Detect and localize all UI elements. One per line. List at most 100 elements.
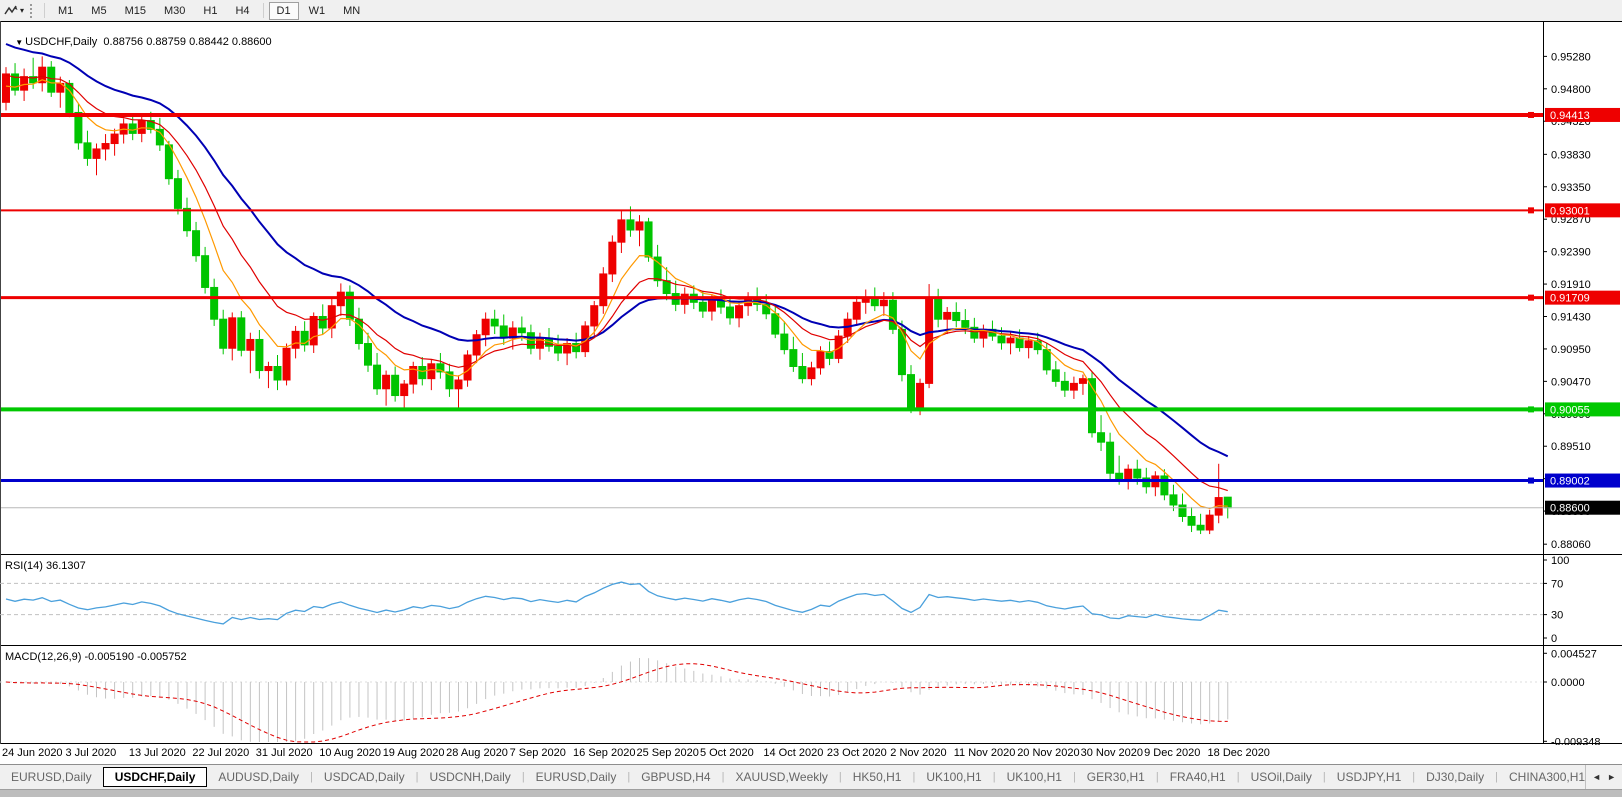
svg-text:0.93350: 0.93350 — [1551, 182, 1591, 194]
svg-text:0.88600: 0.88600 — [1550, 503, 1590, 515]
price-tag-0.90055: 0.90055 — [1545, 402, 1620, 417]
svg-text:0.94413: 0.94413 — [1550, 110, 1590, 122]
symbol-tab-usdchf-daily[interactable]: USDCHF,Daily — [102, 767, 208, 787]
symbol-tab-eurusd-daily[interactable]: EURUSD,Daily — [0, 768, 103, 786]
svg-text:0.90470: 0.90470 — [1551, 376, 1591, 388]
timeframe-button-mn[interactable]: MN — [335, 2, 368, 20]
ohlc-high: 0.88759 — [146, 36, 186, 48]
date-label: 24 Jun 2020 — [2, 747, 63, 759]
chart-cursor-icon[interactable] — [4, 4, 19, 18]
timeframe-button-w1[interactable]: W1 — [301, 2, 334, 20]
ma-medium-line — [5, 74, 1228, 492]
price-tag-0.93001: 0.93001 — [1545, 203, 1620, 218]
date-axis: 24 Jun 2020 3 Jul 2020 13 Jul 2020 22 Jul 2… — [0, 745, 1622, 764]
timeframe-button-m5[interactable]: M5 — [83, 2, 114, 20]
tool-dropdown-caret-icon[interactable]: ▾ — [20, 6, 24, 15]
macd-title: MACD(12,26,9) -0.005190 -0.005752 — [5, 651, 187, 663]
svg-text:0.95280: 0.95280 — [1551, 51, 1591, 63]
date-label: 16 Sep 2020 — [573, 747, 636, 759]
rsi-tick: 30 — [1551, 610, 1563, 622]
macd-signal-line — [5, 663, 1228, 743]
tab-scroll-right-icon[interactable]: ► — [1607, 772, 1616, 782]
hline-0.94413[interactable] — [0, 111, 1543, 118]
date-label: 7 Sep 2020 — [509, 747, 566, 759]
date-label: 14 Oct 2020 — [763, 747, 824, 759]
timeframe-button-m15[interactable]: M15 — [117, 2, 154, 20]
toolbar-separator — [44, 3, 46, 18]
svg-text:0.89510: 0.89510 — [1551, 441, 1591, 453]
date-label: 9 Dec 2020 — [1144, 747, 1201, 759]
symbol-tab-bar: EURUSD,Daily USDCHF,Daily AUDUSD,Daily | USD… — [0, 764, 1622, 789]
date-label: 3 Jul 2020 — [65, 747, 117, 759]
date-label: 2 Nov 2020 — [890, 747, 947, 759]
rsi-tick: 0 — [1551, 633, 1557, 645]
chart-canvas[interactable]: 0.952800.948000.943200.938300.933500.928… — [0, 21, 1622, 745]
toolbar-separator — [262, 3, 264, 18]
date-label: 13 Jul 2020 — [128, 747, 186, 759]
symbol-tab-china300-h1[interactable]: CHINA300,H1 — [1498, 768, 1596, 786]
symbol-tab-audusd-daily[interactable]: AUDUSD,Daily — [207, 768, 310, 786]
date-label: 10 Aug 2020 — [319, 747, 382, 759]
timeframe-button-h4[interactable]: H4 — [227, 2, 257, 20]
hline-0.90055[interactable] — [0, 406, 1543, 413]
symbol-tab-uk100-h1[interactable]: UK100,H1 — [915, 768, 992, 786]
symbol-tab-gbpusd-h4[interactable]: GBPUSD,H4 — [630, 768, 721, 786]
price-tag-0.91709: 0.91709 — [1545, 290, 1620, 305]
date-label: 23 Oct 2020 — [826, 747, 887, 759]
symbol-tab-usdcnh-daily[interactable]: USDCNH,Daily — [418, 768, 521, 786]
svg-text:0.90950: 0.90950 — [1551, 344, 1591, 356]
rsi-tick: 100 — [1551, 555, 1569, 567]
date-label: 20 Nov 2020 — [1017, 747, 1080, 759]
date-label: 25 Sep 2020 — [636, 747, 699, 759]
timeframe-button-h1[interactable]: H1 — [195, 2, 225, 20]
svg-text:0.91709: 0.91709 — [1550, 293, 1590, 305]
ma-fast-line — [5, 79, 1228, 510]
chart-menu-dropdown-icon[interactable]: ▼ — [15, 38, 23, 47]
symbol-tab-hk50-h1[interactable]: HK50,H1 — [842, 768, 913, 786]
date-label: 22 Jul 2020 — [192, 747, 250, 759]
date-label: 30 Nov 2020 — [1080, 747, 1144, 759]
price-axis[interactable]: 0.952800.948000.943200.938300.933500.928… — [1543, 51, 1601, 745]
symbol-tab-xauusd-weekly[interactable]: XAUUSD,Weekly — [724, 768, 838, 786]
rsi-title: RSI(14) 36.1307 — [5, 560, 86, 572]
symbol-tab-fra40-h1[interactable]: FRA40,H1 — [1159, 768, 1237, 786]
hline-0.89002[interactable] — [0, 477, 1543, 484]
timeframe-button-m1[interactable]: M1 — [50, 2, 81, 20]
ohlc-open: 0.88756 — [103, 36, 144, 48]
timeframe-button-m30[interactable]: M30 — [156, 2, 193, 20]
rsi-tick: 70 — [1551, 578, 1563, 590]
macd-tick: -0.009348 — [1551, 736, 1601, 745]
toolbar-grip[interactable] — [30, 3, 34, 18]
symbol-tab-eurusd-daily[interactable]: EURUSD,Daily — [525, 768, 628, 786]
chart-symbol-period: USDCHF,Daily — [25, 36, 98, 48]
timeframe-button-d1[interactable]: D1 — [268, 1, 299, 20]
symbol-tab-usdcad-daily[interactable]: USDCAD,Daily — [313, 768, 416, 786]
tab-scroll-buttons: ◄ ► — [1585, 765, 1622, 789]
hline-0.91709[interactable] — [0, 294, 1543, 301]
symbol-tab-uk100-h1[interactable]: UK100,H1 — [996, 768, 1073, 786]
macd-tick: 0.0000 — [1551, 677, 1585, 689]
svg-text:0.93830: 0.93830 — [1551, 149, 1591, 161]
macd-tick: 0.004527 — [1551, 648, 1597, 660]
symbol-tab-usoil-daily[interactable]: USOil,Daily — [1240, 768, 1323, 786]
chart-window: 0.95280 0.94800 0.94320 0.93830 0.93350 0.928… — [0, 21, 1622, 745]
date-label: 5 Oct 2020 — [699, 747, 754, 759]
current-price-tag: 0.88600 — [1545, 500, 1620, 515]
date-label: 18 Dec 2020 — [1207, 747, 1270, 759]
svg-text:0.93001: 0.93001 — [1550, 205, 1590, 217]
top-toolbar: ▾ M1 M5 M15 M30 H1 H4 D1 W1 MN — [0, 0, 1622, 21]
symbol-tab-usdjpy-h1[interactable]: USDJPY,H1 — [1326, 768, 1412, 786]
symbol-tab-dj30-daily[interactable]: DJ30,Daily — [1415, 768, 1495, 786]
price-tag-0.89002: 0.89002 — [1545, 473, 1620, 488]
symbol-tab-ger30-h1[interactable]: GER30,H1 — [1076, 768, 1156, 786]
svg-text:0.94800: 0.94800 — [1551, 84, 1591, 96]
date-label: 28 Aug 2020 — [446, 747, 508, 759]
hline-0.93001[interactable] — [0, 207, 1543, 214]
svg-text:0.90055: 0.90055 — [1550, 404, 1590, 416]
svg-text:0.91910: 0.91910 — [1551, 279, 1591, 291]
svg-text:0.89002: 0.89002 — [1550, 476, 1590, 488]
svg-text:0.91430: 0.91430 — [1551, 311, 1591, 323]
svg-text:0.88060: 0.88060 — [1551, 539, 1591, 551]
tab-scroll-left-icon[interactable]: ◄ — [1592, 772, 1601, 782]
date-label: 19 Aug 2020 — [382, 747, 445, 759]
